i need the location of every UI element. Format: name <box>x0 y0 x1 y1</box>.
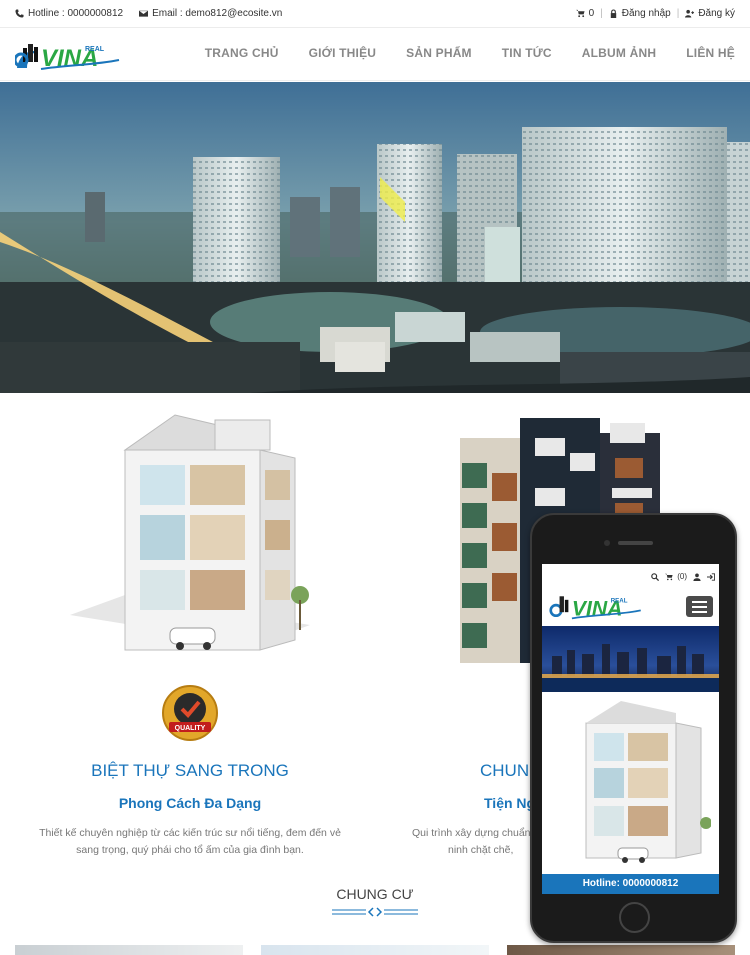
phone-screen: (0) VINA REAL Hotline: 0000000812 <box>542 564 719 894</box>
thumbnail[interactable] <box>15 945 243 955</box>
quality-badge: QUALITY <box>162 685 218 741</box>
nav-home[interactable]: TRANG CHỦ <box>205 46 279 60</box>
section-divider-icon <box>332 907 418 917</box>
envelope-icon <box>139 10 149 17</box>
login-text: Đăng nhập <box>621 8 671 19</box>
nav-contact[interactable]: LIÊN HỆ <box>686 46 735 60</box>
phone-icon <box>15 9 24 18</box>
sign-in-icon[interactable] <box>707 572 715 581</box>
top-bar: Hotline : 0000000812 Email : demo812@eco… <box>0 0 750 28</box>
user-icon[interactable] <box>693 573 701 581</box>
register-text: Đăng ký <box>698 8 735 19</box>
phone-cart-link[interactable]: (0) <box>665 572 687 581</box>
phone-villa-image <box>585 701 711 863</box>
villa-image <box>70 414 310 651</box>
feature-description: Thiết kế chuyên nghiệp từ các kiến trúc … <box>39 827 341 856</box>
feature-villa: BIỆT THỰ SANG TRONG Phong Cách Đa Dạng T… <box>20 761 360 859</box>
phone-site-logo[interactable]: VINA REAL <box>546 591 649 621</box>
hamburger-menu-button[interactable] <box>686 596 713 617</box>
login-link[interactable]: Đăng nhập <box>609 8 671 19</box>
thumbnail[interactable] <box>507 945 735 955</box>
divider: | <box>676 8 680 19</box>
site-header: VINA REAL TRANG CHỦ GIỚI THIỆU SẢN PHẨM … <box>0 28 750 81</box>
phone-top-bar: (0) <box>651 572 715 581</box>
cart-icon <box>575 9 585 18</box>
logo-tag: REAL <box>611 597 628 604</box>
cart-link[interactable]: 0 <box>575 8 595 19</box>
nav-album[interactable]: ALBUM ẢNH <box>582 46 656 60</box>
feature-subtitle: Phong Cách Đa Dạng <box>118 795 262 811</box>
lock-icon <box>610 9 616 18</box>
cart-icon <box>665 573 673 580</box>
search-icon[interactable] <box>651 572 660 581</box>
thumbnail[interactable] <box>261 945 489 955</box>
logo-tag: REAL <box>85 46 105 53</box>
feature-title: BIỆT THỰ SANG TRONG <box>91 761 289 780</box>
nav-products[interactable]: SẢN PHẨM <box>406 46 472 60</box>
phone-mockup: (0) VINA REAL Hotline: 0000000812 <box>530 513 737 943</box>
nav-about[interactable]: GIỚI THIỆU <box>309 46 377 60</box>
register-link[interactable]: Đăng ký <box>685 8 735 19</box>
user-plus-icon <box>685 9 695 18</box>
hotline-text: Hotline : 0000000812 <box>28 8 124 19</box>
hotline[interactable]: Hotline : 0000000812 <box>15 8 123 19</box>
phone-hotline-bar[interactable]: Hotline: 0000000812 <box>542 874 719 894</box>
phone-cart-count: (0) <box>677 572 687 581</box>
hero-banner-image <box>0 82 750 393</box>
phone-home-button <box>619 902 650 933</box>
email-text: Email : demo812@ecosite.vn <box>152 8 283 19</box>
badge-text: QUALITY <box>175 725 206 732</box>
nav-news[interactable]: TIN TỨC <box>502 46 552 60</box>
main-nav: TRANG CHỦ GIỚI THIỆU SẢN PHẨM TIN TỨC AL… <box>175 46 750 60</box>
phone-camera <box>604 540 610 546</box>
email[interactable]: Email : demo812@ecosite.vn <box>139 8 282 19</box>
cart-count: 0 <box>588 8 595 19</box>
phone-banner-image <box>542 626 719 692</box>
apartment-thumbnails <box>15 945 735 955</box>
site-logo[interactable]: VINA REAL <box>15 38 125 72</box>
phone-speaker <box>618 541 653 545</box>
divider: | <box>600 8 603 19</box>
